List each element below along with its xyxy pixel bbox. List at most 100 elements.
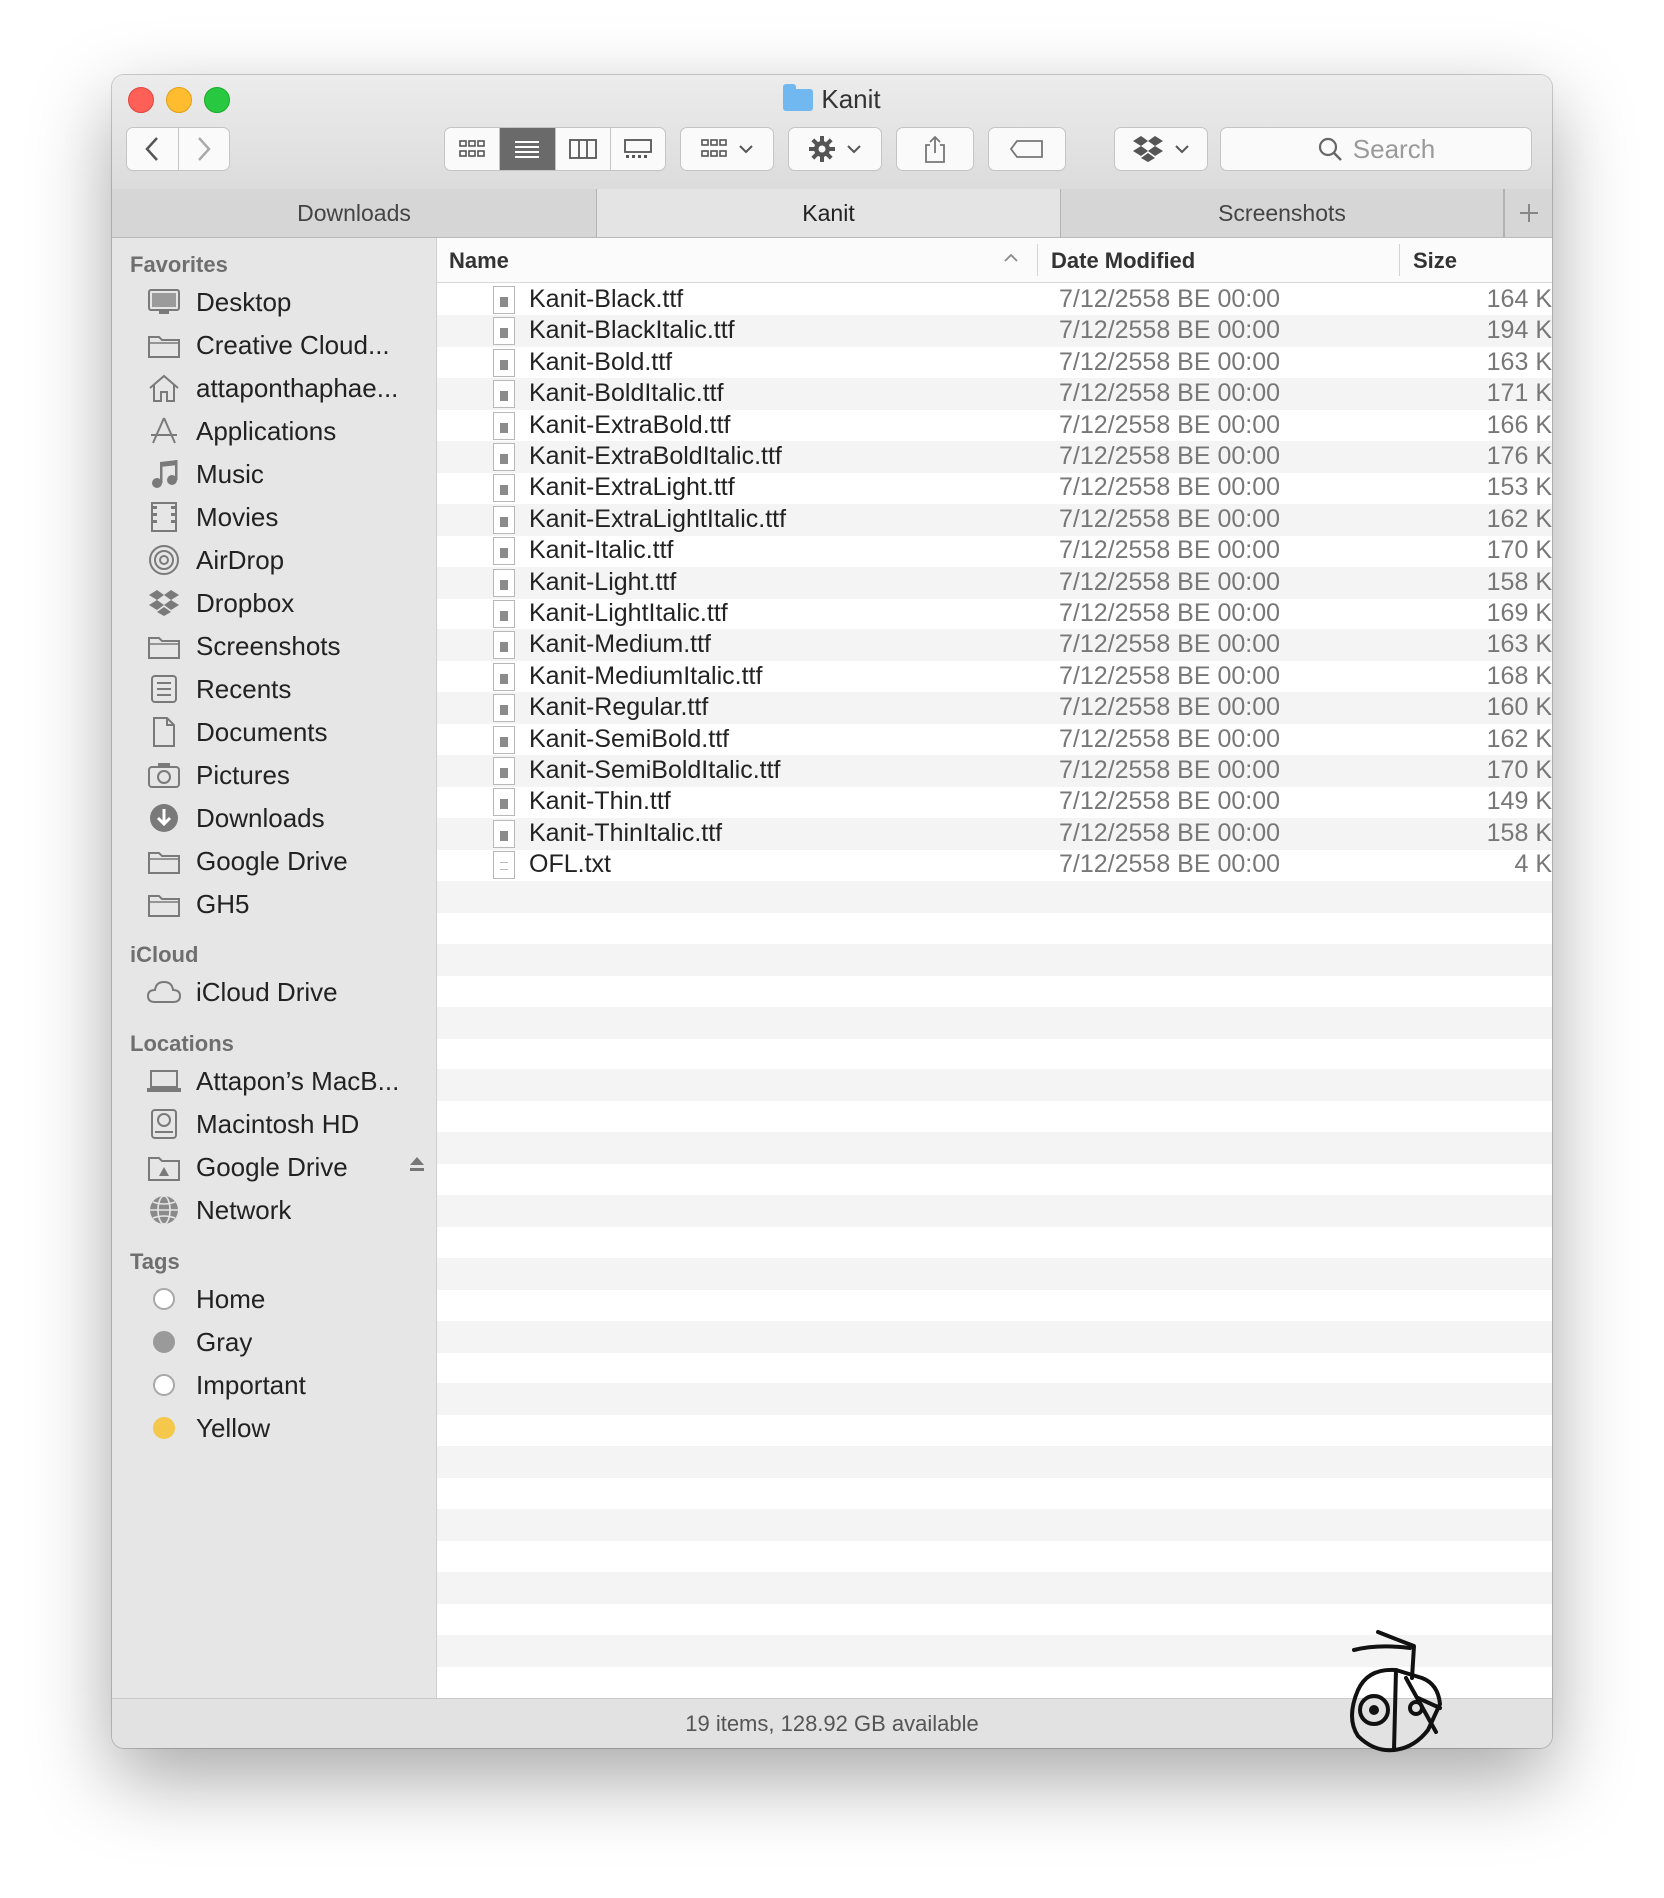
file-row[interactable]: Kanit-MediumItalic.ttf 7/12/2558 BE 00:00… bbox=[437, 661, 1552, 693]
file-list: Name Date Modified Size Kanit-Black.ttf 7… bbox=[437, 238, 1552, 1698]
column-view-button[interactable] bbox=[556, 128, 611, 170]
sidebar-item-airdrop[interactable]: AirDrop bbox=[146, 540, 426, 580]
empty-row bbox=[437, 1540, 1552, 1572]
sidebar-item-screenshots[interactable]: Screenshots bbox=[146, 626, 426, 666]
file-size: 194 K bbox=[1486, 316, 1552, 344]
sidebar-item-downloads[interactable]: Downloads bbox=[146, 798, 426, 838]
sidebar-item-pictures[interactable]: Pictures bbox=[146, 755, 426, 795]
sidebar-item-recents[interactable]: Recents bbox=[146, 669, 426, 709]
eject-icon[interactable] bbox=[408, 1155, 426, 1179]
empty-row bbox=[437, 1415, 1552, 1447]
file-row[interactable]: Kanit-Light.ttf 7/12/2558 BE 00:00 158 K bbox=[437, 567, 1552, 599]
sidebar-item-gray[interactable]: Gray bbox=[146, 1322, 426, 1362]
sidebar-item-label: Google Drive bbox=[196, 845, 348, 876]
sidebar-item-attaponthaphae[interactable]: attaponthaphae... bbox=[146, 368, 426, 408]
finder-window: Kanit Search Downloads Kanit Screenshots… bbox=[112, 75, 1552, 1748]
tab-kanit[interactable]: Kanit bbox=[597, 189, 1061, 237]
file-row[interactable]: OFL.txt 7/12/2558 BE 00:00 4 K bbox=[437, 849, 1552, 881]
folder-icon bbox=[146, 327, 182, 363]
tab-screenshots[interactable]: Screenshots bbox=[1061, 189, 1504, 237]
file-row[interactable]: Kanit-BoldItalic.ttf 7/12/2558 BE 00:00 17… bbox=[437, 378, 1552, 410]
tags-button[interactable] bbox=[988, 127, 1066, 171]
icon-view-button[interactable] bbox=[445, 128, 501, 170]
file-row[interactable]: Kanit-ExtraBold.ttf 7/12/2558 BE 00:00 166… bbox=[437, 410, 1552, 442]
sidebar-item-macintosh-hd[interactable]: Macintosh HD bbox=[146, 1104, 426, 1144]
sidebar-item-desktop[interactable]: Desktop bbox=[146, 282, 426, 322]
empty-row bbox=[437, 1321, 1552, 1353]
sidebar-item-movies[interactable]: Movies bbox=[146, 497, 426, 537]
google-drive-icon bbox=[146, 1149, 182, 1185]
sidebar-item-gh5[interactable]: GH5 bbox=[146, 884, 426, 924]
toolbar: Kanit Search bbox=[112, 75, 1552, 190]
sidebar-item-network[interactable]: Network bbox=[146, 1190, 426, 1230]
tag-icon bbox=[1009, 140, 1043, 158]
group-by-button[interactable] bbox=[680, 127, 774, 171]
dropbox-menu-button[interactable] bbox=[1114, 127, 1208, 171]
file-row[interactable]: Kanit-Regular.ttf 7/12/2558 BE 00:00 160 K bbox=[437, 692, 1552, 724]
mascot-logo bbox=[1350, 1630, 1442, 1753]
font-file-icon bbox=[493, 506, 515, 534]
file-date: 7/12/2558 BE 00:00 bbox=[1059, 411, 1281, 439]
file-row[interactable]: Kanit-Medium.ttf 7/12/2558 BE 00:00 163 K bbox=[437, 629, 1552, 661]
file-row[interactable]: Kanit-ExtraBoldItalic.ttf 7/12/2558 BE 00… bbox=[437, 441, 1552, 473]
empty-row bbox=[437, 975, 1552, 1007]
share-button[interactable] bbox=[896, 127, 974, 171]
file-row[interactable]: Kanit-ExtraLightItalic.ttf 7/12/2558 BE 0… bbox=[437, 504, 1552, 536]
file-row[interactable]: Kanit-Black.ttf 7/12/2558 BE 00:00 164 K bbox=[437, 284, 1552, 316]
sidebar-item-icloud-drive[interactable]: iCloud Drive bbox=[146, 972, 426, 1012]
sidebar-item-label: Creative Cloud... bbox=[196, 329, 390, 360]
sidebar-item-label: Yellow bbox=[196, 1412, 271, 1443]
sidebar-item-google-drive[interactable]: Google Drive bbox=[146, 1147, 426, 1187]
sidebar-item-important[interactable]: Important bbox=[146, 1365, 426, 1405]
sidebar-item-yellow[interactable]: Yellow bbox=[146, 1408, 426, 1448]
sidebar-item-label: attaponthaphae... bbox=[196, 372, 399, 403]
file-row[interactable]: Kanit-LightItalic.ttf 7/12/2558 BE 00:00 1… bbox=[437, 598, 1552, 630]
file-date: 7/12/2558 BE 00:00 bbox=[1059, 568, 1281, 596]
list-view-button[interactable] bbox=[500, 128, 556, 170]
file-row[interactable]: Kanit-SemiBoldItalic.ttf 7/12/2558 BE 00:… bbox=[437, 755, 1552, 787]
sidebar-item-google-drive[interactable]: Google Drive bbox=[146, 841, 426, 881]
forward-button[interactable] bbox=[179, 128, 230, 170]
sidebar-item-music[interactable]: Music bbox=[146, 454, 426, 494]
file-row[interactable]: Kanit-ThinItalic.ttf 7/12/2558 BE 00:00 15… bbox=[437, 818, 1552, 850]
back-button[interactable] bbox=[127, 128, 179, 170]
sidebar-item-applications[interactable]: Applications bbox=[146, 411, 426, 451]
sidebar-item-attapon-s-macb[interactable]: Attapon’s MacB... bbox=[146, 1061, 426, 1101]
empty-row bbox=[437, 1101, 1552, 1133]
gallery-view-button[interactable] bbox=[611, 128, 665, 170]
tag-dot-icon bbox=[146, 1324, 182, 1360]
file-size: 169 K bbox=[1486, 599, 1552, 627]
file-row[interactable]: Kanit-SemiBold.ttf 7/12/2558 BE 00:00 162 … bbox=[437, 724, 1552, 756]
sidebar-item-home[interactable]: Home bbox=[146, 1279, 426, 1319]
search-field[interactable]: Search bbox=[1220, 127, 1532, 171]
file-name: Kanit-Thin.ttf bbox=[529, 787, 671, 815]
file-row[interactable]: Kanit-ExtraLight.ttf 7/12/2558 BE 00:00 15… bbox=[437, 472, 1552, 504]
file-date: 7/12/2558 BE 00:00 bbox=[1059, 599, 1281, 627]
file-name: Kanit-Regular.ttf bbox=[529, 693, 709, 721]
file-name: Kanit-Black.ttf bbox=[529, 285, 684, 313]
file-row[interactable]: Kanit-Bold.ttf 7/12/2558 BE 00:00 163 K bbox=[437, 347, 1552, 379]
font-file-icon bbox=[493, 569, 515, 597]
sidebar: Favorites Desktop Creative Cloud... attapo… bbox=[112, 238, 437, 1698]
folder-icon bbox=[783, 84, 814, 111]
file-name: Kanit-Italic.ttf bbox=[529, 536, 674, 564]
share-icon bbox=[925, 135, 945, 163]
file-row[interactable]: Kanit-Italic.ttf 7/12/2558 BE 00:00 170 K bbox=[437, 535, 1552, 567]
home-icon bbox=[146, 370, 182, 406]
empty-row bbox=[437, 912, 1552, 944]
size-column-header[interactable]: Size bbox=[1413, 248, 1457, 274]
sidebar-item-label: iCloud Drive bbox=[196, 976, 338, 1007]
action-button[interactable] bbox=[788, 127, 882, 171]
tab-downloads[interactable]: Downloads bbox=[112, 189, 597, 237]
file-row[interactable]: Kanit-Thin.ttf 7/12/2558 BE 00:00 149 K bbox=[437, 786, 1552, 818]
date-column-header[interactable]: Date Modified bbox=[1051, 248, 1195, 274]
file-name: Kanit-ThinItalic.ttf bbox=[529, 819, 723, 847]
sidebar-item-documents[interactable]: Documents bbox=[146, 712, 426, 752]
file-row[interactable]: Kanit-BlackItalic.ttf 7/12/2558 BE 00:00 1… bbox=[437, 315, 1552, 347]
sidebar-item-label: Network bbox=[196, 1194, 292, 1225]
font-file-icon bbox=[493, 474, 515, 502]
sidebar-item-creative-cloud[interactable]: Creative Cloud... bbox=[146, 325, 426, 365]
sidebar-item-dropbox[interactable]: Dropbox bbox=[146, 583, 426, 623]
name-column-header[interactable]: Name bbox=[449, 248, 509, 274]
new-tab-button[interactable] bbox=[1504, 189, 1552, 237]
